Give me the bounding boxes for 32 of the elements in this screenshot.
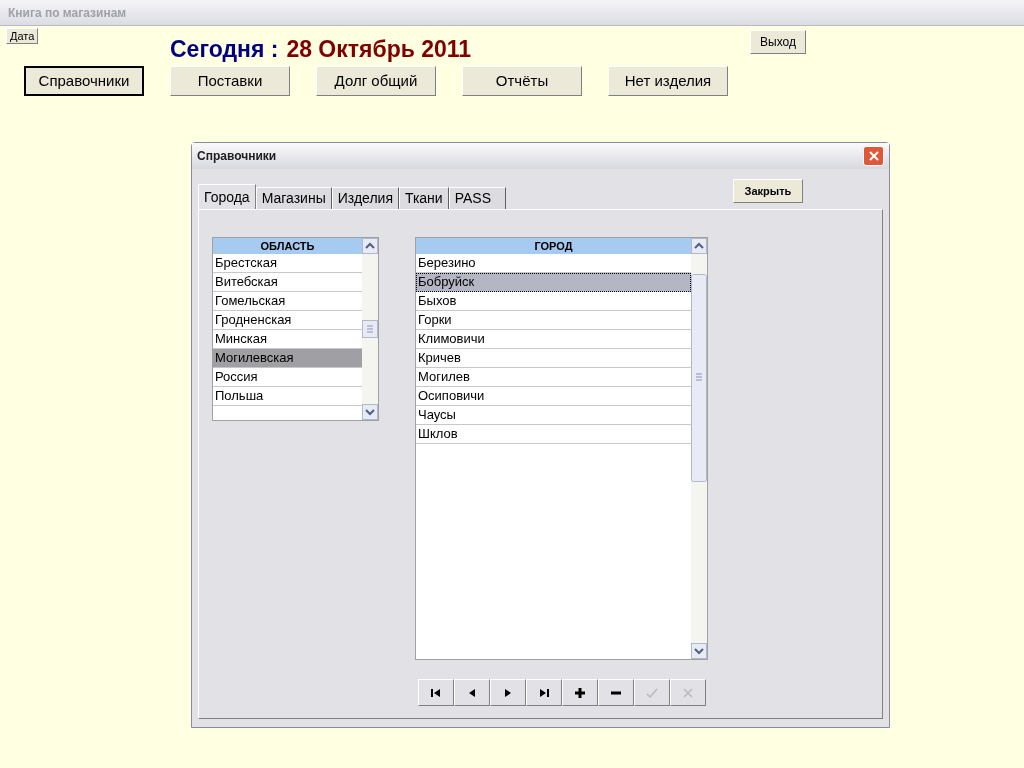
today-date: 28 Октябрь 2011 <box>286 35 472 64</box>
menu-button[interactable]: Поставки <box>170 66 290 96</box>
navigator-button[interactable] <box>598 679 634 706</box>
date-button[interactable]: Дата <box>6 28 39 44</box>
list-row[interactable]: Могилевская <box>213 349 362 368</box>
tab[interactable]: Изделия <box>331 187 399 209</box>
menu-button[interactable]: Отчёты <box>462 66 582 96</box>
exit-button[interactable]: Выход <box>750 30 806 54</box>
menu-button[interactable]: Долг общий <box>316 66 436 96</box>
tab[interactable]: Ткани <box>398 187 449 209</box>
navigator-button[interactable] <box>454 679 490 706</box>
navigator-button[interactable] <box>562 679 598 706</box>
column-header: ГОРОД <box>416 238 691 254</box>
close-button[interactable] <box>863 146 884 166</box>
tab[interactable]: Города <box>198 184 256 210</box>
column-header: ОБЛАСТЬ <box>213 238 362 254</box>
tab[interactable]: PASS <box>448 187 506 209</box>
menu-button[interactable]: Справочники <box>24 66 144 96</box>
tab[interactable]: Магазины <box>255 187 332 209</box>
navigator-button[interactable] <box>418 679 454 706</box>
navigator-button[interactable] <box>490 679 526 706</box>
today-label: Сегодня : <box>170 35 279 64</box>
window-title: Книга по магазинам <box>8 4 127 22</box>
list-row[interactable]: Витебская <box>213 273 362 292</box>
close-icon <box>867 150 880 162</box>
close-dialog-button[interactable]: Закрыть <box>733 179 803 203</box>
menu-button[interactable]: Нет изделия <box>608 66 728 96</box>
navigator-button[interactable] <box>526 679 562 706</box>
list-row[interactable]: Бобруйск <box>416 273 691 292</box>
cross-icon <box>681 685 695 700</box>
plus-icon <box>573 685 587 700</box>
dialog-title: Справочники <box>197 148 277 165</box>
